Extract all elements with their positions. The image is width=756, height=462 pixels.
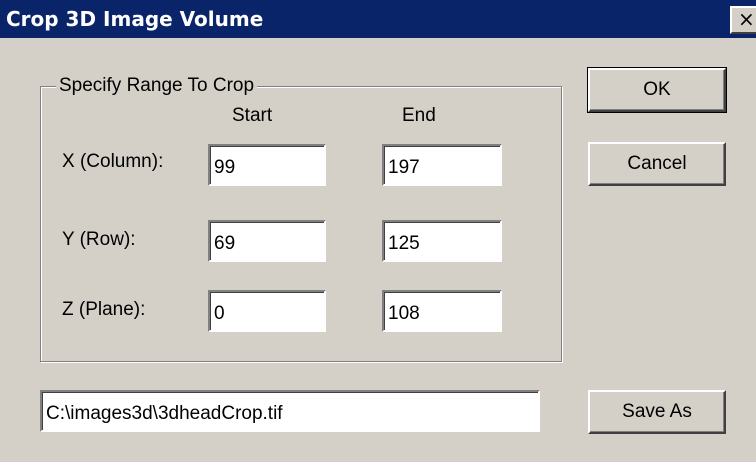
y-row-label: Y (Row): [62,229,136,250]
x-column-label: X (Column): [62,151,164,172]
z-plane-label: Z (Plane): [62,299,146,320]
x-end-input[interactable] [382,144,502,186]
y-start-input[interactable] [208,220,326,262]
close-icon[interactable]: × [730,6,756,34]
x-start-input[interactable] [208,144,326,186]
ok-button[interactable]: OK [587,67,727,113]
z-start-input[interactable] [208,290,326,332]
save-as-button[interactable]: Save As [588,390,726,434]
start-column-header: Start [232,105,273,126]
file-path-input[interactable] [40,390,540,432]
range-group-legend: Specify Range To Crop [56,74,258,98]
end-column-header: End [402,105,436,126]
cancel-button[interactable]: Cancel [588,142,726,186]
y-end-input[interactable] [382,220,502,262]
window-title: Crop 3D Image Volume [6,7,264,31]
z-end-input[interactable] [382,290,502,332]
title-bar[interactable]: Crop 3D Image Volume × [0,0,756,38]
